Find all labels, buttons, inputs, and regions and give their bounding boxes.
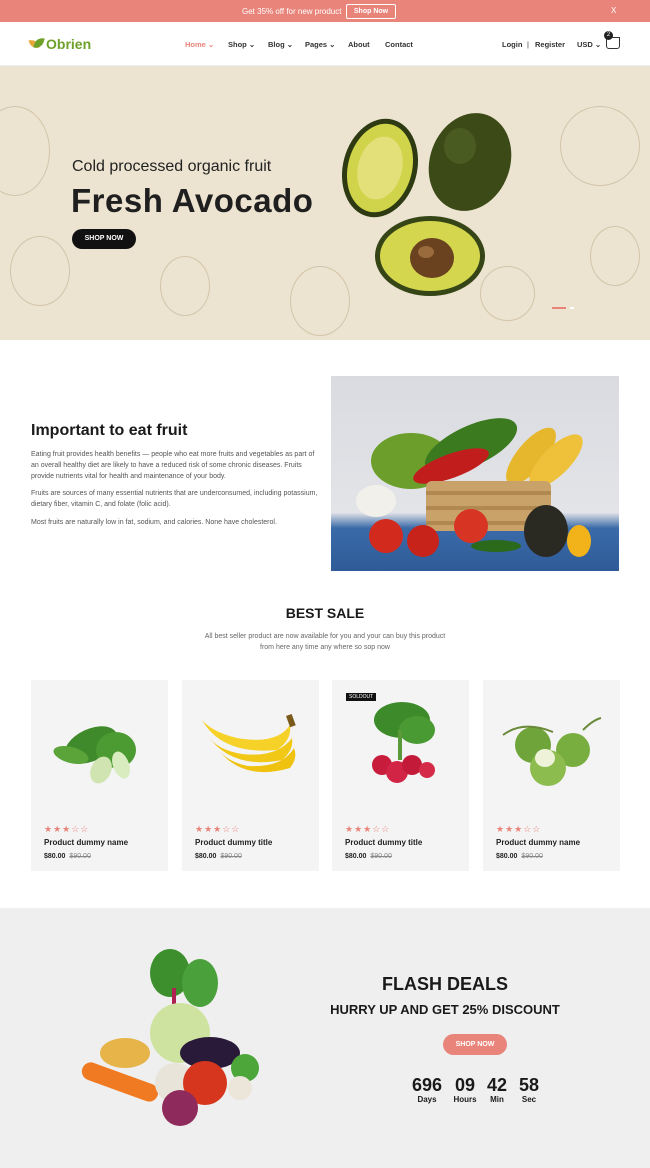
about-title: Important to eat fruit [31, 422, 188, 439]
nav-home[interactable]: Home ⌄ [185, 40, 214, 49]
hero-subtitle: Cold processed organic fruit [72, 158, 272, 175]
old-price: $90.00 [220, 853, 242, 860]
product-rating: ★★★☆☆ [44, 824, 90, 834]
promo-bar: Get 35% off for new product Shop Now X [0, 0, 650, 22]
leaf-logo-icon [30, 37, 44, 51]
flash-shop-now-button[interactable]: SHOP NOW [443, 1034, 507, 1055]
nav-about[interactable]: About [348, 40, 370, 49]
countdown-label: Hours [453, 1095, 477, 1104]
cart-count-badge: 2 [604, 31, 613, 40]
product-price: $80.00 $90.00 [44, 853, 91, 860]
nav-blog[interactable]: Blog ⌄ [268, 40, 293, 49]
login-link[interactable]: Login [502, 40, 522, 49]
old-price: $90.00 [69, 853, 91, 860]
product-price: $80.00 $90.00 [345, 853, 392, 860]
promo-shop-now-button[interactable]: Shop Now [346, 4, 396, 19]
current-price: $80.00 [496, 853, 518, 860]
about-paragraph-3: Most fruits are naturally low in fat, so… [31, 519, 277, 526]
site-header: Obrien Home ⌄ Shop ⌄ Blog ⌄ Pages ⌄ Abou… [0, 22, 650, 66]
about-paragraph-2: Fruits are sources of many essential nut… [31, 490, 318, 508]
current-price: $80.00 [195, 853, 217, 860]
product-name[interactable]: Product dummy name [496, 838, 580, 847]
current-price: $80.00 [345, 853, 367, 860]
product-rating: ★★★☆☆ [195, 824, 241, 834]
countdown-hours: 09 Hours [452, 1075, 478, 1104]
header-separator: | [527, 40, 529, 49]
slider-dots[interactable] [552, 307, 574, 309]
countdown-value: 09 [454, 1075, 476, 1095]
product-name[interactable]: Product dummy name [44, 838, 128, 847]
doodle-decoration [10, 236, 70, 306]
countdown-label: Sec [521, 1095, 537, 1104]
best-sale-subtitle: All best seller product are now availabl… [204, 633, 446, 651]
hero-title: Fresh Avocado [71, 182, 314, 219]
product-rating: ★★★☆☆ [496, 824, 542, 834]
brand-name: Obrien [46, 36, 92, 52]
about-paragraph-1: Eating fruit provides health benefits — … [31, 451, 315, 480]
product-name[interactable]: Product dummy title [345, 838, 422, 847]
slider-dot-active[interactable] [552, 307, 566, 309]
doodle-decoration [0, 106, 50, 196]
hero-shop-now-button[interactable]: SHOP NOW [72, 229, 136, 249]
cart-icon[interactable]: 2 [604, 31, 620, 49]
flash-deals-title: FLASH DEALS [382, 974, 508, 994]
product-card[interactable]: ★★★☆☆ Product dummy title $80.00 $90.00 [182, 680, 319, 871]
promo-message: Get 35% off for new product [242, 7, 342, 16]
current-price: $80.00 [44, 853, 66, 860]
product-image[interactable] [31, 680, 168, 815]
product-name[interactable]: Product dummy title [195, 838, 272, 847]
product-card[interactable]: ★★★☆☆ Product dummy name $80.00 $90.00 [483, 680, 620, 871]
product-price: $80.00 $90.00 [195, 853, 242, 860]
best-sale-title: BEST SALE [285, 605, 365, 621]
old-price: $90.00 [370, 853, 392, 860]
countdown-days: 696 Days [408, 1075, 446, 1104]
slider-dot[interactable] [570, 307, 574, 309]
product-image[interactable] [483, 680, 620, 815]
countdown-value: 696 [411, 1075, 443, 1095]
vegetables-image [81, 949, 259, 1126]
nav-contact[interactable]: Contact [385, 40, 413, 49]
product-card[interactable]: ★★★☆☆ Product dummy name $80.00 $90.00 [31, 680, 168, 871]
doodle-decoration [560, 106, 640, 186]
countdown-value: 42 [486, 1075, 508, 1095]
avocado-image [341, 113, 512, 296]
promo-close-icon[interactable]: X [611, 6, 616, 15]
fruit-basket-image [331, 376, 619, 571]
countdown-minutes: 42 Min [484, 1075, 510, 1104]
doodle-decoration [590, 226, 640, 286]
currency-selector[interactable]: USD ⌄ [577, 40, 601, 49]
hero-banner: Cold processed organic fruit Fresh Avoca… [0, 66, 650, 340]
product-card[interactable]: SOLDOUT ★★★☆☆ Product dummy title $80.00… [332, 680, 469, 871]
countdown-label: Days [417, 1095, 437, 1104]
old-price: $90.00 [521, 853, 543, 860]
product-price: $80.00 $90.00 [496, 853, 543, 860]
countdown-value: 58 [518, 1075, 540, 1095]
nav-shop[interactable]: Shop ⌄ [228, 40, 255, 49]
soldout-badge: SOLDOUT [346, 693, 377, 701]
countdown-label: Min [490, 1095, 504, 1104]
countdown-seconds: 58 Sec [516, 1075, 542, 1104]
register-link[interactable]: Register [535, 40, 565, 49]
flash-deals-section: FLASH DEALS HURRY UP AND GET 25% DISCOUN… [0, 908, 650, 1168]
doodle-decoration [160, 256, 210, 316]
flash-deals-subtitle: HURRY UP AND GET 25% DISCOUNT [330, 1002, 560, 1017]
site-logo[interactable]: Obrien [30, 36, 91, 52]
product-image[interactable] [182, 680, 319, 815]
product-rating: ★★★☆☆ [345, 824, 391, 834]
nav-pages[interactable]: Pages ⌄ [305, 40, 335, 49]
